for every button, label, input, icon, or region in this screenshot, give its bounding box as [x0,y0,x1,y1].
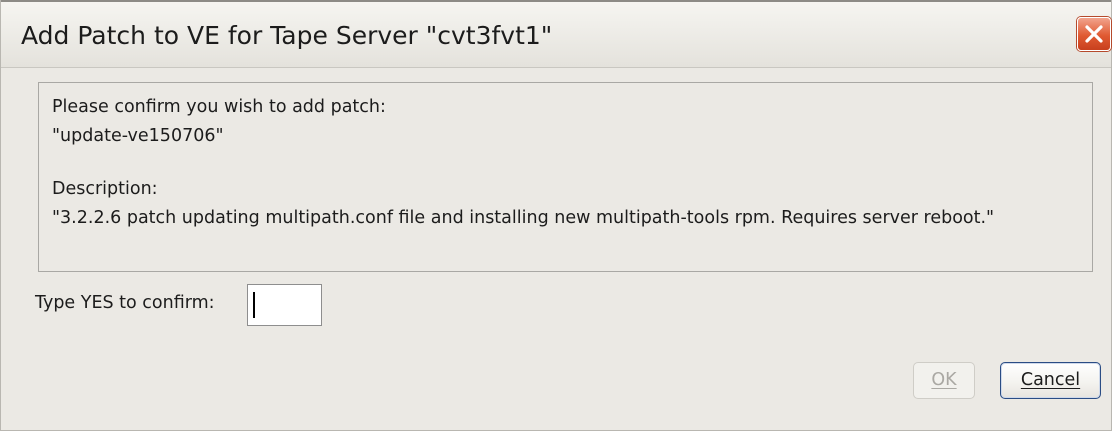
close-icon [1085,25,1103,43]
confirm-label: Type YES to confirm: [35,293,215,313]
add-patch-dialog: Add Patch to VE for Tape Server "cvt3fvt… [0,0,1112,431]
message-panel: Please confirm you wish to add patch: "u… [38,82,1093,272]
text-caret [253,292,255,318]
ok-button[interactable]: OK [913,362,975,399]
dialog-title: Add Patch to VE for Tape Server "cvt3fvt… [21,21,553,50]
confirm-prompt: Please confirm you wish to add patch: [52,97,386,117]
title-bar[interactable]: Add Patch to VE for Tape Server "cvt3fvt… [1,0,1111,68]
patch-name: "update-ve150706" [52,126,224,146]
cancel-button[interactable]: Cancel [1000,362,1101,399]
description-label: Description: [52,179,158,199]
close-button[interactable] [1077,17,1111,51]
patch-description: "3.2.2.6 patch updating multipath.conf f… [52,208,995,228]
confirm-input[interactable] [247,284,322,326]
